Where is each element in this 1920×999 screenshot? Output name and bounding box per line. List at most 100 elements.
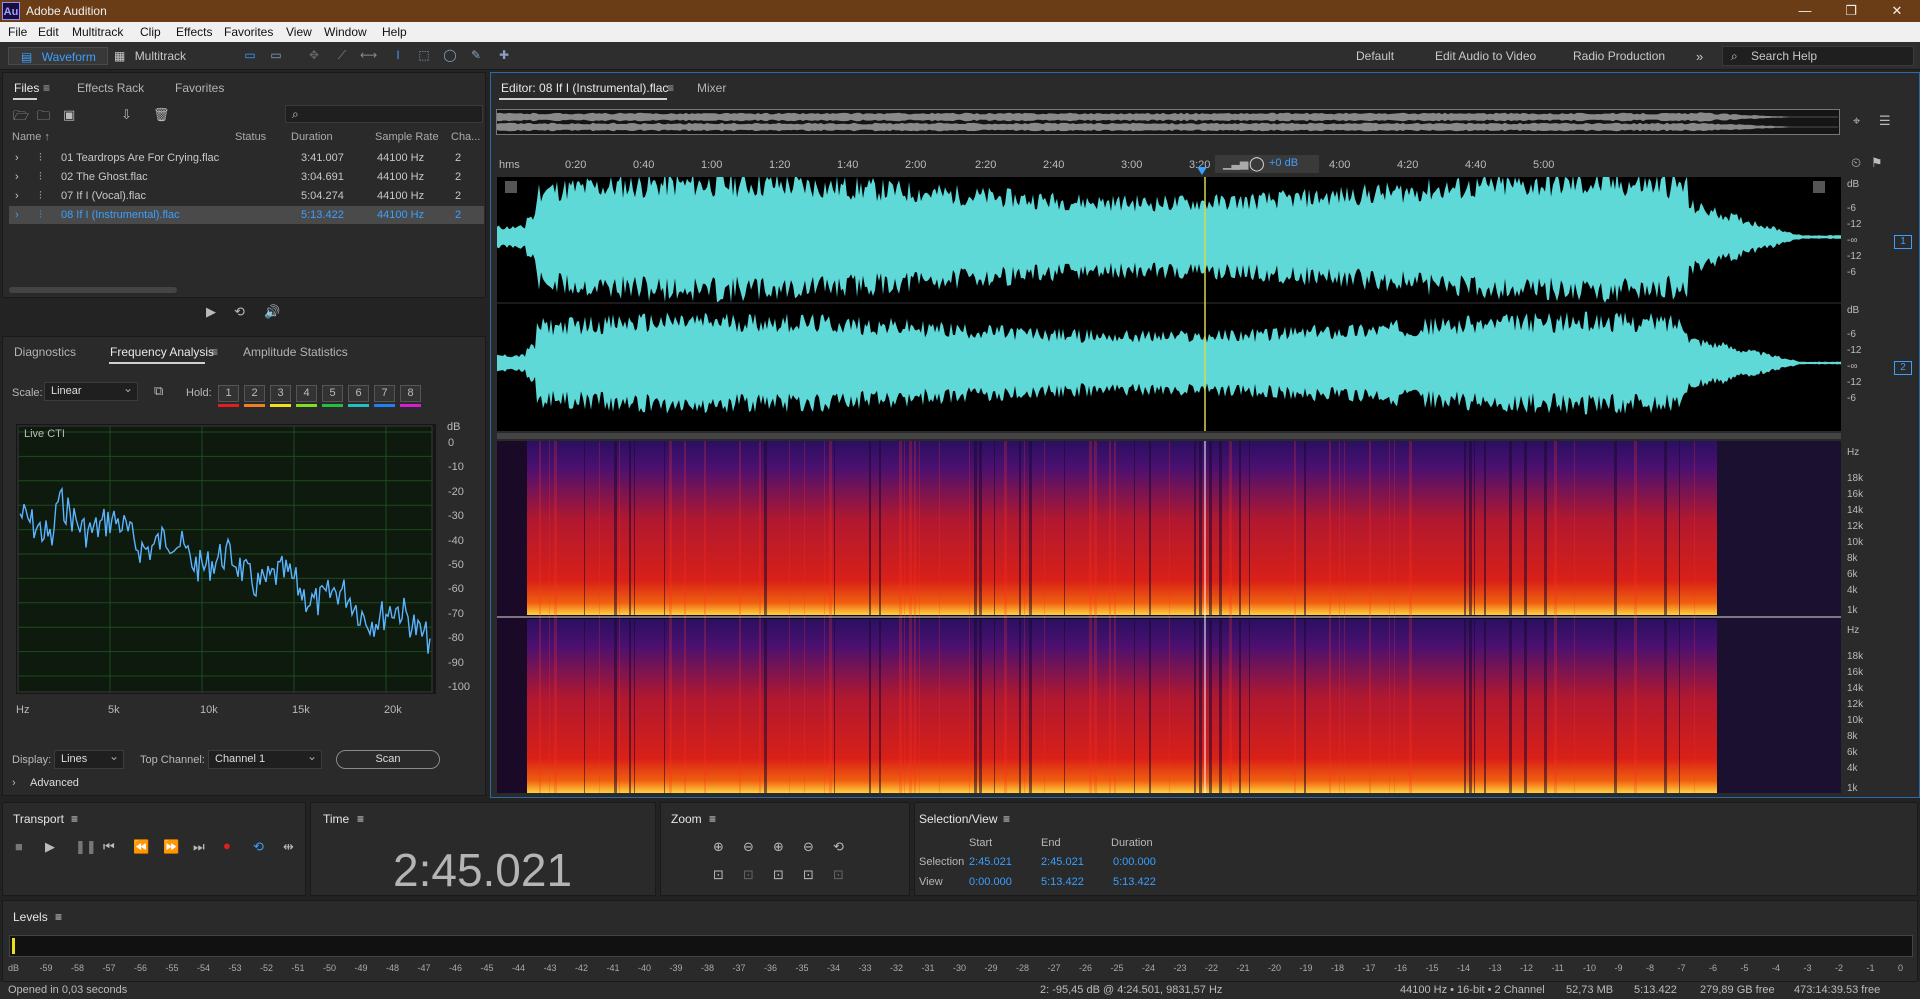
column-sample-rate[interactable]: Sample Rate: [375, 131, 439, 143]
close-button[interactable]: ✕: [1874, 0, 1920, 22]
menu-edit[interactable]: Edit: [38, 25, 59, 39]
advanced-expand-icon[interactable]: ›: [12, 777, 16, 789]
pause-icon[interactable]: ❚❚: [75, 839, 97, 855]
delete-icon[interactable]: 🗑: [153, 107, 170, 123]
spectral-display-icon[interactable]: ▭: [242, 48, 258, 62]
view-duration[interactable]: 5:13.422: [1113, 876, 1156, 888]
play-icon[interactable]: ▶: [45, 839, 55, 855]
time-ruler[interactable]: hms 0:20 0:40 1:00 1:20 1:40 2:00 2:20 2:40 3:00 3…: [497, 155, 1841, 173]
expand-icon[interactable]: ›: [15, 152, 19, 164]
import-file-icon[interactable]: 🗀: [37, 107, 50, 129]
fast-forward-icon[interactable]: ⏩: [163, 839, 179, 855]
files-scrollbar[interactable]: [9, 287, 177, 293]
lasso-tool-icon[interactable]: ◯: [442, 48, 458, 62]
maximize-button[interactable]: ❐: [1828, 0, 1874, 22]
view-splitter[interactable]: [497, 433, 1841, 439]
scale-dropdown[interactable]: Linear: [44, 380, 138, 401]
channel-1-badge[interactable]: 1: [1894, 235, 1912, 249]
multitrack-view-button[interactable]: ▦ Multitrack: [112, 47, 212, 65]
expand-icon[interactable]: ›: [15, 171, 19, 183]
zoom-in-amplitude-icon[interactable]: ⊕: [713, 839, 724, 855]
display-dropdown[interactable]: Lines: [54, 748, 124, 769]
hold-button-2[interactable]: 2: [244, 385, 265, 402]
workspace-radio-production[interactable]: Radio Production: [1573, 49, 1665, 63]
menu-file[interactable]: File: [8, 25, 27, 39]
tab-editor[interactable]: Editor: 08 If I (Instrumental).flac: [501, 81, 668, 95]
stop-icon[interactable]: ■: [15, 839, 23, 854]
zoom-out-amplitude-icon[interactable]: ⊖: [743, 839, 754, 855]
spectral-display[interactable]: [497, 441, 1841, 793]
autoplay-icon[interactable]: 🔊: [264, 304, 280, 320]
time-selection-tool-icon[interactable]: I: [390, 48, 406, 62]
slip-tool-icon[interactable]: ⟷: [360, 48, 377, 62]
selection-duration[interactable]: 0:00.000: [1113, 856, 1156, 868]
file-row-selected[interactable]: › ⫶ 08 If I (Instrumental).flac 5:13.422…: [9, 206, 484, 224]
move-to-previous-icon[interactable]: ⏮: [103, 839, 115, 855]
tab-frequency-analysis[interactable]: Frequency Analysis: [110, 345, 214, 359]
selection-view-menu-icon[interactable]: ≡: [1003, 812, 1010, 826]
tab-files[interactable]: Files: [14, 81, 39, 95]
more-workspaces-icon[interactable]: »: [1696, 49, 1703, 64]
zoom-in-right-icon[interactable]: ⊡: [773, 867, 784, 883]
tab-mixer[interactable]: Mixer: [697, 81, 726, 95]
column-duration[interactable]: Duration: [291, 131, 333, 143]
hold-button-1[interactable]: 1: [218, 385, 239, 402]
gain-value[interactable]: +0 dB: [1269, 157, 1298, 169]
open-file-icon[interactable]: 🗁: [13, 107, 29, 129]
scan-button[interactable]: Scan: [336, 750, 440, 769]
razor-tool-icon[interactable]: ⟋: [334, 48, 350, 62]
levels-menu-icon[interactable]: ≡: [55, 910, 62, 924]
selection-end[interactable]: 2:45.021: [1041, 856, 1084, 868]
hud-toggle-icon[interactable]: [505, 181, 517, 193]
menu-window[interactable]: Window: [324, 25, 367, 39]
zoom-in-time-icon[interactable]: ⊕: [773, 839, 784, 855]
display-options-icon[interactable]: ☰: [1879, 113, 1891, 129]
time-menu-icon[interactable]: ≡: [357, 812, 364, 826]
zoom-out-full-icon[interactable]: ⟲: [833, 839, 844, 855]
selection-start[interactable]: 2:45.021: [969, 856, 1012, 868]
gain-knob-icon[interactable]: ◯: [1249, 155, 1265, 172]
skip-selection-icon[interactable]: ⇹: [283, 839, 294, 855]
channel-2-badge[interactable]: 2: [1894, 361, 1912, 375]
hold-button-6[interactable]: 6: [348, 385, 369, 402]
waveform-view-button[interactable]: ▤ Waveform: [8, 47, 108, 65]
tab-diagnostics[interactable]: Diagnostics: [14, 345, 76, 359]
top-channel-dropdown[interactable]: Channel 1: [208, 748, 322, 769]
move-tool-icon[interactable]: ✥: [306, 48, 322, 62]
zoom-navigator-icon[interactable]: ⌖: [1853, 113, 1860, 129]
column-status[interactable]: Status: [235, 131, 266, 143]
marquee-tool-icon[interactable]: ⬚: [416, 48, 432, 62]
frequency-menu-icon[interactable]: ≡: [211, 345, 218, 359]
play-preview-icon[interactable]: ▶: [206, 304, 216, 320]
loop-playback-icon[interactable]: ⟲: [253, 839, 264, 855]
expand-icon[interactable]: ›: [15, 190, 19, 202]
minimize-button[interactable]: —: [1782, 0, 1828, 22]
brush-tool-icon[interactable]: ✎: [468, 48, 484, 62]
zoom-in-left-icon[interactable]: ⊡: [743, 867, 754, 883]
overview-navigator[interactable]: [496, 109, 1840, 135]
spot-healing-icon[interactable]: ✚: [496, 48, 512, 62]
zoom-menu-icon[interactable]: ≡: [709, 812, 716, 826]
waveform-display[interactable]: [497, 171, 1841, 431]
tab-effects-rack[interactable]: Effects Rack: [77, 81, 144, 95]
hold-button-7[interactable]: 7: [374, 385, 395, 402]
playhead-marker[interactable]: [1197, 167, 1207, 175]
column-name[interactable]: Name ↑: [12, 131, 50, 143]
files-search-input[interactable]: ⌕: [285, 105, 483, 123]
loop-preview-icon[interactable]: ⟲: [234, 304, 245, 320]
tab-amplitude-statistics[interactable]: Amplitude Statistics: [243, 345, 348, 359]
zoom-out-selected-icon[interactable]: ⊡: [803, 867, 814, 883]
rewind-icon[interactable]: ⏪: [133, 839, 149, 855]
gain-hud[interactable]: ▁▃▅ ◯ +0 dB: [1215, 155, 1319, 173]
copy-icon[interactable]: ⧉: [154, 383, 163, 399]
files-menu-icon[interactable]: ≡: [43, 81, 50, 95]
snap-icon[interactable]: ⏲: [1851, 155, 1861, 171]
search-help-input[interactable]: ⌕ Search Help: [1722, 46, 1914, 66]
record-icon[interactable]: ●: [223, 838, 231, 853]
menu-effects[interactable]: Effects: [176, 25, 212, 39]
zoom-to-selection-icon[interactable]: ⊡: [713, 867, 724, 883]
menu-help[interactable]: Help: [382, 25, 407, 39]
file-row[interactable]: › ⫶ 02 The Ghost.flac 3:04.691 44100 Hz …: [9, 168, 484, 186]
menu-multitrack[interactable]: Multitrack: [72, 25, 123, 39]
column-channels[interactable]: Cha...: [451, 131, 480, 143]
